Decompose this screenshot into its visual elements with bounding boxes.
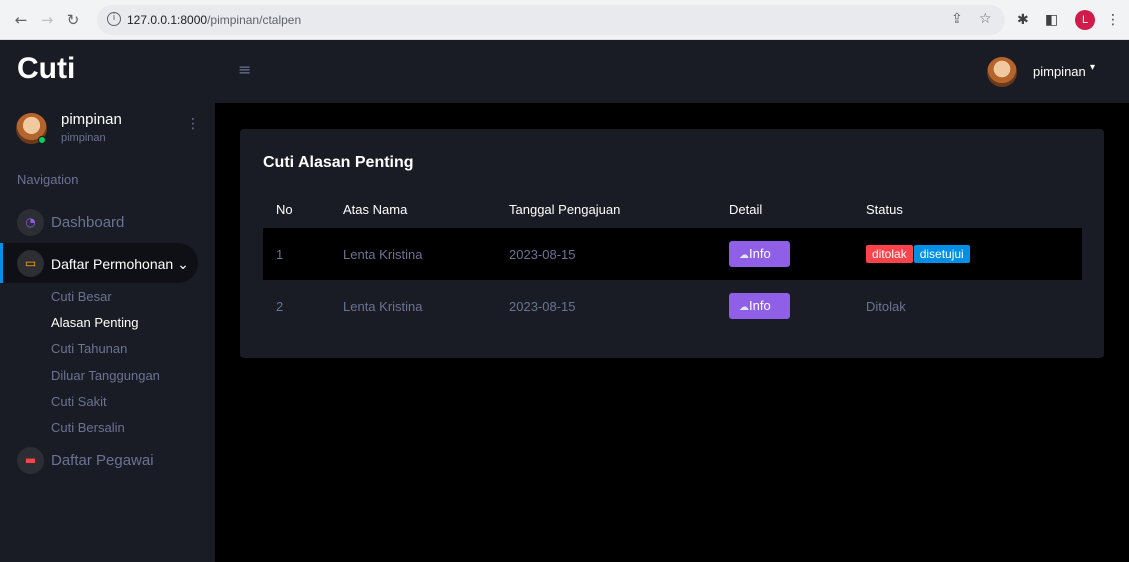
bookmark-star-icon[interactable]: ☆ xyxy=(979,11,992,27)
table-row: 2 Lenta Kristina 2023-08-15 ☁Info Ditola… xyxy=(263,280,1082,332)
nav-category-label: Navigation xyxy=(17,172,79,187)
leave-table-card: Cuti Alasan Penting No Atas Nama Tanggal… xyxy=(240,129,1104,358)
leave-table: No Atas Nama Tanggal Pengajuan Detail St… xyxy=(263,190,1082,332)
avatar[interactable] xyxy=(987,57,1017,87)
speedometer-icon: ◔ xyxy=(17,209,44,236)
cell-detail: ☁Info xyxy=(716,280,853,332)
cell-detail: ☁Info xyxy=(716,228,853,280)
user-dropdown[interactable]: pimpinan xyxy=(1033,64,1086,79)
status-badge: disetujui xyxy=(913,245,970,263)
info-button-label: Info xyxy=(749,298,771,313)
reload-icon[interactable]: ↻ xyxy=(64,11,82,29)
card-title: Cuti Alasan Penting xyxy=(263,154,414,171)
cell-status: ditolak disetujui xyxy=(853,228,1082,280)
sub-item-cuti-sakit[interactable]: Cuti Sakit xyxy=(51,394,107,409)
forward-arrow-icon[interactable]: → xyxy=(38,11,56,29)
column-header: Detail xyxy=(729,201,763,217)
info-button[interactable]: ☁Info xyxy=(729,293,790,319)
cloud-icon: ☁ xyxy=(739,250,749,261)
url-text: 127.0.0.1:8000/pimpinan/ctalpen xyxy=(127,13,302,27)
laptop-icon: ▭ xyxy=(17,250,44,277)
profile-menu-icon[interactable]: ⋮ xyxy=(186,116,200,132)
online-status-dot xyxy=(38,136,46,144)
sub-item-cuti-besar[interactable]: Cuti Besar xyxy=(51,289,112,304)
info-button[interactable]: ☁Info xyxy=(729,241,790,267)
cell-date: 2023-08-15 xyxy=(509,298,576,314)
profile-role: pimpinan xyxy=(61,132,106,144)
extensions-puzzle-icon[interactable]: ✱ xyxy=(1017,11,1029,29)
sub-item-diluar-tanggungan[interactable]: Diluar Tanggungan xyxy=(51,368,160,383)
sub-item-cuti-bersalin[interactable]: Cuti Bersalin xyxy=(51,420,125,435)
cell-status: Ditolak xyxy=(866,298,906,314)
column-header: Tanggal Pengajuan xyxy=(509,201,621,217)
sidebar: Cuti pimpinan pimpinan ⋮ Navigation ◔ Da… xyxy=(0,40,215,562)
sub-item-cuti-tahunan[interactable]: Cuti Tahunan xyxy=(51,341,127,356)
side-panel-icon[interactable]: ◧ xyxy=(1045,11,1058,29)
sub-item-alasan-penting[interactable]: Alasan Penting xyxy=(51,315,138,330)
cloud-icon: ☁ xyxy=(739,302,749,313)
sidebar-item-label: Daftar Permohonan ⌄ xyxy=(51,256,189,272)
browser-toolbar: ← → ↻ i 127.0.0.1:8000/pimpinan/ctalpen … xyxy=(0,0,1129,40)
table-header-row: No Atas Nama Tanggal Pengajuan Detail St… xyxy=(263,190,1082,228)
cell-name: Lenta Kristina xyxy=(330,228,496,280)
sidebar-item-label: Dashboard xyxy=(51,214,125,231)
sidebar-item-daftar-pegawai[interactable]: ▬ Daftar Pegawai xyxy=(0,440,198,480)
kebab-menu-icon[interactable]: ⋮ xyxy=(1106,11,1120,29)
column-header: Status xyxy=(866,201,903,217)
sidebar-item-dashboard[interactable]: ◔ Dashboard xyxy=(0,202,198,242)
cell-name: Lenta Kristina xyxy=(343,298,423,314)
profile-name: pimpinan xyxy=(61,111,122,128)
table-row: 1 Lenta Kristina 2023-08-15 ☁Info ditola… xyxy=(263,228,1082,280)
address-bar[interactable]: i 127.0.0.1:8000/pimpinan/ctalpen ⇪ ☆ xyxy=(97,5,1005,35)
chat-icon: ▬ xyxy=(17,447,44,474)
status-badge: ditolak xyxy=(866,245,913,263)
sidebar-item-label: Daftar Pegawai xyxy=(51,452,154,469)
column-header: Atas Nama xyxy=(343,201,408,217)
menu-toggle-icon[interactable]: ≡ xyxy=(238,60,251,79)
info-button-label: Info xyxy=(749,246,771,261)
column-header: No xyxy=(276,201,293,217)
top-navbar: ≡ pimpinan ▾ xyxy=(215,40,1129,103)
caret-down-icon[interactable]: ▾ xyxy=(1090,62,1095,73)
cell-date: 2023-08-15 xyxy=(496,228,716,280)
brand-logo[interactable]: Cuti xyxy=(17,52,75,86)
back-arrow-icon[interactable]: ← xyxy=(12,11,30,29)
share-icon[interactable]: ⇪ xyxy=(951,11,963,27)
site-info-icon[interactable]: i xyxy=(107,12,121,26)
cell-no: 1 xyxy=(263,228,330,280)
cell-no: 2 xyxy=(276,298,284,314)
sidebar-item-daftar-permohonan[interactable]: ▭ Daftar Permohonan ⌄ xyxy=(0,243,198,283)
profile-avatar[interactable]: L xyxy=(1075,10,1095,30)
